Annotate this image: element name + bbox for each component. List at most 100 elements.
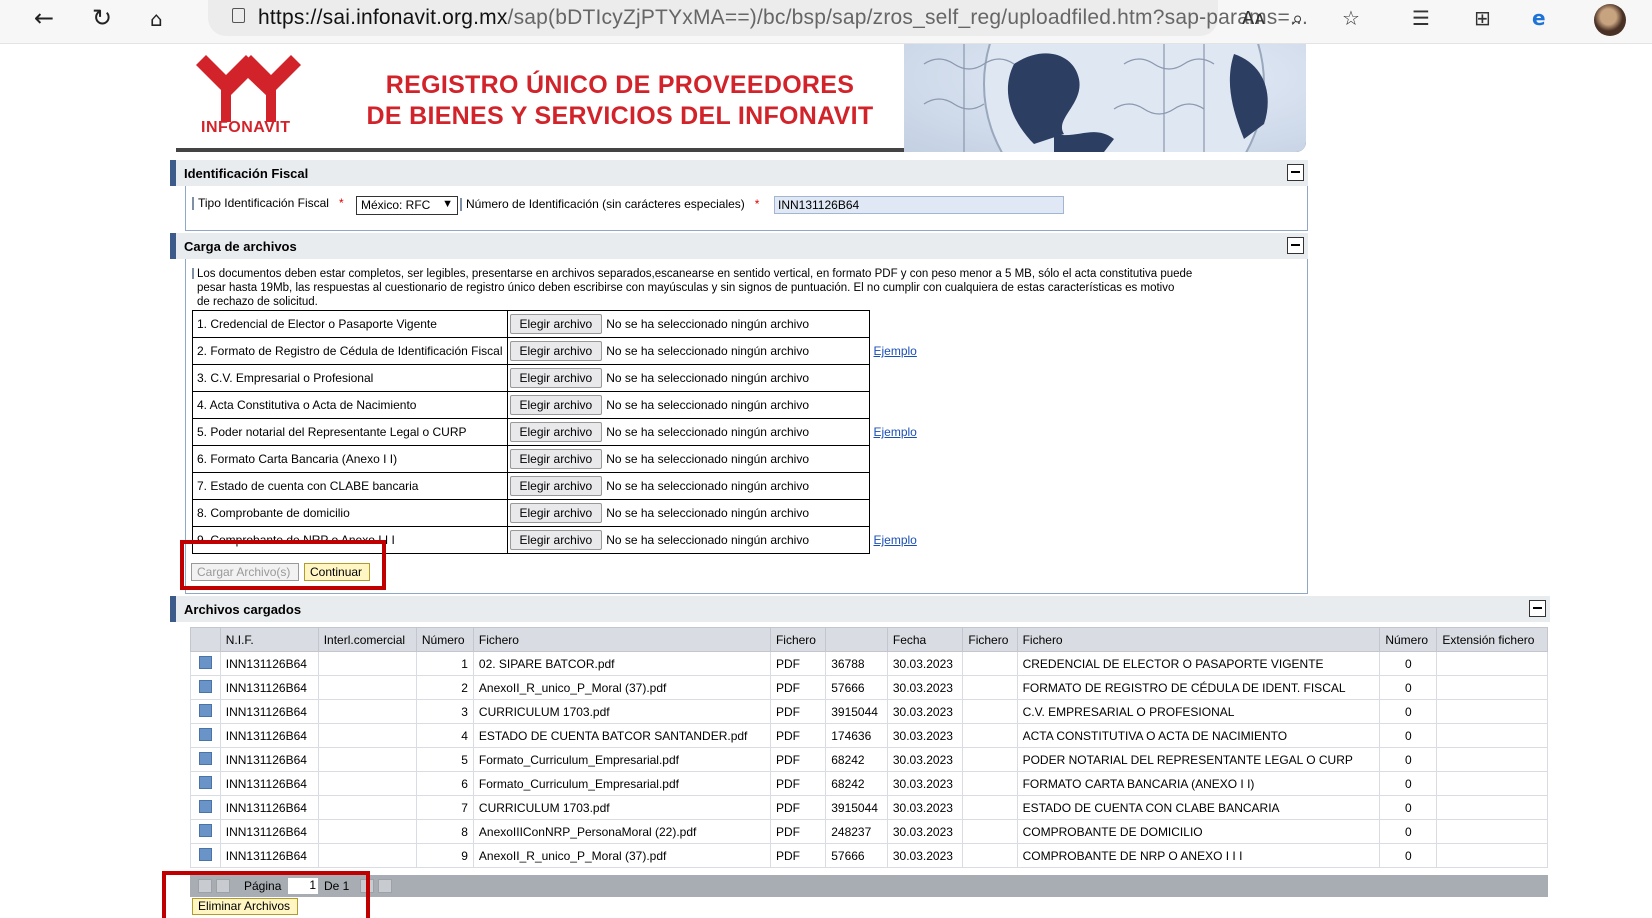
table-cell: INN131126B64 (219, 771, 319, 796)
row-checkbox[interactable] (198, 703, 212, 717)
row-select[interactable] (190, 675, 221, 700)
table-row[interactable]: INN131126B64 4 ESTADO DE CUENTA BATCOR SAN… (190, 723, 1548, 748)
table-row[interactable]: INN131126B64 1 02. SIPARE BATCOR.pdf PDF 367… (190, 651, 1548, 676)
ie-mode-icon[interactable]: e (1532, 6, 1546, 30)
example-link[interactable]: Ejemplo (874, 344, 917, 358)
row-checkbox[interactable] (198, 823, 212, 837)
table-cell: 68242 (825, 747, 888, 772)
row-select[interactable] (190, 795, 221, 820)
favorites-icon[interactable]: ☰ (1412, 6, 1430, 30)
collections-icon[interactable]: ⊞ (1474, 6, 1491, 30)
row-select[interactable] (190, 771, 221, 796)
table-row[interactable]: INN131126B64 9 AnexoII_R_unico_P_Moral (37… (190, 843, 1548, 868)
tipo-row: Tipo Identificación Fiscal * (192, 196, 348, 211)
upload-row: 6. Formato Carta Bancaria (Anexo I I) Ele… (192, 445, 930, 473)
example-cell: Ejemplo (869, 527, 929, 554)
collapse-icon[interactable] (1287, 237, 1304, 254)
row-select[interactable] (190, 747, 221, 772)
table-cell: 30.03.2023 (886, 675, 964, 700)
column-header[interactable]: Número (415, 627, 474, 652)
table-row[interactable]: INN131126B64 2 AnexoII_R_unico_P_Moral (37… (190, 675, 1548, 700)
row-select[interactable] (190, 843, 221, 868)
file-input[interactable]: Elegir archivo No se ha seleccionado ning… (506, 364, 870, 392)
file-input[interactable]: Elegir archivo No se ha seleccionado ning… (506, 337, 870, 365)
table-cell: FORMATO DE REGISTRO DE CÉDULA DE IDENT. … (1016, 675, 1381, 700)
example-link[interactable]: Ejemplo (874, 533, 917, 547)
row-select[interactable] (190, 699, 221, 724)
choose-file-button[interactable]: Elegir archivo (509, 449, 603, 469)
column-header[interactable]: N.I.F. (219, 627, 319, 652)
row-checkbox[interactable] (198, 679, 212, 693)
browser-toolbar: ← ↻ ⌂ https://sai.infonavit.org.mx/sap(b… (0, 0, 1652, 44)
column-header[interactable]: Fichero (472, 627, 771, 652)
choose-file-button[interactable]: Elegir archivo (509, 395, 603, 415)
last-page-icon[interactable] (378, 879, 392, 893)
refresh-icon[interactable]: ↻ (92, 4, 112, 32)
column-header[interactable]: Fichero (962, 627, 1018, 652)
read-aloud-icon[interactable]: Aᴀ (1242, 8, 1265, 29)
table-row[interactable]: INN131126B64 7 CURRICULUM 1703.pdf PDF 39150… (190, 795, 1548, 820)
file-input[interactable]: Elegir archivo No se ha seleccionado ning… (506, 526, 870, 554)
table-row[interactable]: INN131126B64 3 CURRICULUM 1703.pdf PDF 39150… (190, 699, 1548, 724)
collapse-icon[interactable] (1529, 600, 1546, 617)
file-input[interactable]: Elegir archivo No se ha seleccionado ning… (506, 499, 870, 527)
address-url[interactable]: https://sai.infonavit.org.mx/sap(bDTIcyZ… (258, 6, 1308, 30)
column-header[interactable]: Interl.comercial (317, 627, 417, 652)
chevron-down-icon: ▼ (442, 198, 453, 210)
home-icon[interactable]: ⌂ (150, 7, 163, 31)
file-name: No se ha seleccionado ningún archivo (606, 344, 810, 358)
profile-avatar[interactable] (1594, 4, 1626, 36)
row-checkbox[interactable] (198, 751, 212, 765)
file-input[interactable]: Elegir archivo No se ha seleccionado ning… (506, 445, 870, 473)
choose-file-button[interactable]: Elegir archivo (509, 476, 603, 496)
column-header[interactable]: Número (1379, 627, 1438, 652)
choose-file-button[interactable]: Elegir archivo (509, 503, 603, 523)
favorite-add-icon[interactable]: ☆ (1342, 6, 1360, 30)
column-header[interactable]: Fichero (1016, 627, 1381, 652)
table-cell: 30.03.2023 (886, 651, 964, 676)
column-header[interactable]: Fecha (886, 627, 964, 652)
zoom-icon[interactable]: ⌕ (1292, 6, 1303, 30)
back-icon[interactable]: ← (34, 4, 54, 32)
upload-row: 8. Comprobante de domicilio Elegir archiv… (192, 499, 930, 527)
choose-file-button[interactable]: Elegir archivo (509, 341, 603, 361)
row-checkbox[interactable] (198, 775, 212, 789)
table-cell: ACTA CONSTITUTIVA O ACTA DE NACIMIENTO (1016, 723, 1381, 748)
file-input[interactable]: Elegir archivo No se ha seleccionado ning… (506, 391, 870, 419)
row-checkbox[interactable] (198, 847, 212, 861)
column-header[interactable]: Fichero (769, 627, 827, 652)
collapse-icon[interactable] (1287, 164, 1304, 181)
table-row[interactable]: INN131126B64 6 Formato_Curriculum_Empresar… (190, 771, 1548, 796)
row-select[interactable] (190, 819, 221, 844)
row-select[interactable] (190, 651, 221, 676)
table-cell: PDF (769, 675, 827, 700)
row-checkbox[interactable] (198, 655, 212, 669)
choose-file-button[interactable]: Elegir archivo (509, 368, 603, 388)
file-input[interactable]: Elegir archivo No se ha seleccionado ning… (506, 310, 870, 338)
table-cell: 2 (415, 675, 474, 700)
column-header[interactable] (825, 627, 888, 652)
table-cell: 30.03.2023 (886, 771, 964, 796)
table-cell: 174636 (825, 723, 888, 748)
choose-file-button[interactable]: Elegir archivo (509, 314, 603, 334)
column-header[interactable]: Extensión fichero (1436, 627, 1548, 652)
row-checkbox[interactable] (198, 727, 212, 741)
file-input[interactable]: Elegir archivo No se ha seleccionado ning… (506, 418, 870, 446)
table-cell: 30.03.2023 (886, 747, 964, 772)
row-select[interactable] (190, 723, 221, 748)
row-checkbox[interactable] (198, 799, 212, 813)
file-input[interactable]: Elegir archivo No se ha seleccionado ning… (506, 472, 870, 500)
table-cell: COMPROBANTE DE DOMICILIO (1016, 819, 1381, 844)
table-row[interactable]: INN131126B64 8 AnexoIIIConNRP_PersonaMoral… (190, 819, 1548, 844)
select-all-column[interactable] (190, 627, 221, 652)
table-row[interactable]: INN131126B64 5 Formato_Curriculum_Empresar… (190, 747, 1548, 772)
example-link[interactable]: Ejemplo (874, 425, 917, 439)
upload-row: 3. C.V. Empresarial o Profesional Elegir … (192, 364, 930, 392)
address-bar[interactable]: https://sai.infonavit.org.mx/sap(bDTIcyZ… (208, 0, 1308, 36)
table-cell: 0 (1379, 699, 1438, 724)
choose-file-button[interactable]: Elegir archivo (509, 530, 603, 550)
rfc-input[interactable]: INN131126B64 (774, 196, 1064, 214)
choose-file-button[interactable]: Elegir archivo (509, 422, 603, 442)
table-cell (1436, 723, 1548, 748)
tipo-select[interactable]: México: RFC ▼ (356, 196, 458, 215)
